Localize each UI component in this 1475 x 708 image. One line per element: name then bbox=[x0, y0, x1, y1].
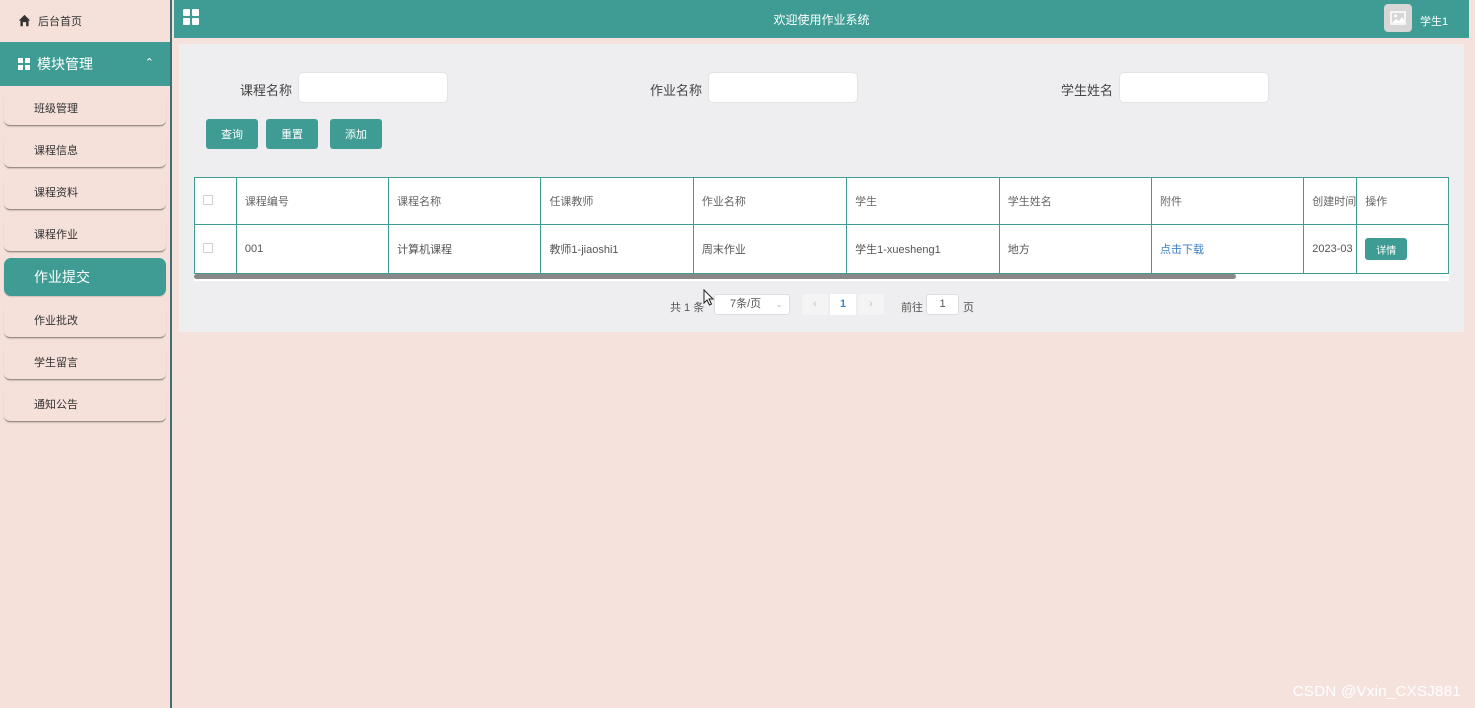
image-icon bbox=[1390, 11, 1406, 25]
pagination: 共 1 条 7条/页 ⌄ ‹ 1 › 前往 1 页 bbox=[179, 294, 1464, 316]
download-link[interactable]: 点击下载 bbox=[1160, 244, 1204, 256]
sidebar-item-label: 课程作业 bbox=[34, 228, 78, 241]
row-checkbox[interactable] bbox=[203, 242, 213, 253]
select-all-cell[interactable] bbox=[194, 177, 237, 225]
row-select-cell[interactable] bbox=[194, 224, 237, 274]
student-name-label: 学生姓名 bbox=[1061, 83, 1114, 98]
main-panel: 课程名称 作业名称 学生姓名 查询 重置 添加 课程编号 课程名称 任课教师 作… bbox=[179, 44, 1464, 332]
sidebar-item-label: 班级管理 bbox=[34, 102, 78, 115]
top-bar: 欢迎使用作业系统 学生1 bbox=[174, 0, 1469, 38]
data-table: 课程编号 课程名称 任课教师 作业名称 学生 学生姓名 附件 创建时间 操作 0… bbox=[194, 177, 1449, 281]
course-name-label: 课程名称 bbox=[240, 83, 293, 98]
cell-teacher: 教师1-jiaoshi1 bbox=[540, 224, 694, 274]
sidebar-item-label: 作业提交 bbox=[34, 269, 90, 285]
sidebar-item-label: 课程资料 bbox=[34, 186, 78, 199]
add-button[interactable]: 添加 bbox=[330, 119, 382, 149]
column-header: 操作 bbox=[1356, 177, 1449, 225]
cell-student-name: 地方 bbox=[998, 224, 1152, 274]
sidebar-item-student-messages[interactable]: 学生留言 bbox=[4, 344, 166, 380]
column-header: 作业名称 bbox=[692, 177, 848, 225]
avatar[interactable] bbox=[1384, 4, 1412, 32]
sidebar-item-label: 作业批改 bbox=[34, 314, 78, 327]
next-page-button[interactable]: › bbox=[858, 294, 884, 315]
reset-button[interactable]: 重置 bbox=[266, 119, 318, 149]
column-header: 任课教师 bbox=[540, 177, 694, 225]
goto-suffix: 页 bbox=[963, 302, 974, 314]
sidebar-item-label: 通知公告 bbox=[34, 398, 78, 411]
detail-button[interactable]: 详情 bbox=[1365, 238, 1408, 260]
chevron-up-icon: ⌃ bbox=[144, 57, 154, 69]
page-title: 欢迎使用作业系统 bbox=[773, 13, 870, 27]
mouse-cursor-icon bbox=[703, 289, 715, 306]
goto-page-input[interactable]: 1 bbox=[926, 294, 959, 315]
sidebar-item-homework-submission[interactable]: 作业提交 bbox=[4, 258, 166, 296]
course-name-input[interactable] bbox=[298, 72, 448, 103]
column-header: 课程名称 bbox=[388, 177, 542, 225]
student-name-input[interactable] bbox=[1119, 72, 1269, 103]
pagination-total: 共 1 条 bbox=[670, 302, 705, 314]
sidebar: 后台首页 模块管理 ⌃ 班级管理 课程信息 课程资料 课程作业 作业提交 作业批… bbox=[0, 0, 172, 708]
current-page[interactable]: 1 bbox=[830, 294, 856, 315]
table-row: 001 计算机课程 教师1-jiaoshi1 周末作业 学生1-xuesheng… bbox=[194, 224, 1449, 274]
column-header: 学生 bbox=[846, 177, 1000, 225]
select-all-checkbox[interactable] bbox=[203, 194, 213, 205]
column-header: 附件 bbox=[1150, 177, 1305, 225]
grid-icon bbox=[18, 58, 30, 70]
prev-page-button[interactable]: ‹ bbox=[802, 294, 828, 315]
sidebar-module-header[interactable]: 模块管理 ⌃ bbox=[0, 42, 170, 86]
table-header-row: 课程编号 课程名称 任课教师 作业名称 学生 学生姓名 附件 创建时间 操作 bbox=[194, 177, 1449, 225]
query-button[interactable]: 查询 bbox=[206, 119, 258, 149]
goto-label: 前往 bbox=[901, 302, 923, 314]
column-header: 创建时间 bbox=[1303, 177, 1358, 225]
column-header: 课程编号 bbox=[235, 177, 390, 225]
sidebar-item-course-materials[interactable]: 课程资料 bbox=[4, 174, 166, 210]
username[interactable]: 学生1 bbox=[1420, 13, 1448, 29]
sidebar-home-label: 后台首页 bbox=[38, 16, 82, 28]
sidebar-item-course-info[interactable]: 课程信息 bbox=[4, 132, 166, 168]
homework-name-label: 作业名称 bbox=[650, 83, 703, 98]
page-size-select[interactable]: 7条/页 ⌄ bbox=[714, 294, 790, 315]
cell-created: 2023-03 bbox=[1303, 224, 1358, 274]
cell-student: 学生1-xuesheng1 bbox=[846, 224, 1000, 274]
home-icon bbox=[18, 14, 32, 28]
sidebar-module-label: 模块管理 bbox=[37, 56, 93, 72]
sidebar-item-label: 学生留言 bbox=[34, 356, 78, 369]
column-header: 学生姓名 bbox=[998, 177, 1152, 225]
sidebar-item-announcements[interactable]: 通知公告 bbox=[4, 386, 166, 422]
horizontal-scrollbar[interactable] bbox=[194, 274, 1236, 279]
cell-homework-name: 周末作业 bbox=[692, 224, 848, 274]
cell-action: 详情 bbox=[1356, 224, 1449, 274]
sidebar-item-course-homework[interactable]: 课程作业 bbox=[4, 216, 166, 252]
watermark: CSDN @Vxin_CXSJ881 bbox=[1292, 683, 1461, 700]
homework-name-input[interactable] bbox=[708, 72, 858, 103]
sidebar-item-label: 课程信息 bbox=[34, 144, 78, 157]
sidebar-home[interactable]: 后台首页 bbox=[0, 0, 170, 42]
chevron-down-icon: ⌄ bbox=[775, 299, 783, 309]
sidebar-menu: 班级管理 课程信息 课程资料 课程作业 作业提交 作业批改 学生留言 通知公告 bbox=[0, 86, 170, 422]
sidebar-item-class-management[interactable]: 班级管理 bbox=[4, 90, 166, 126]
cell-course-name: 计算机课程 bbox=[388, 224, 542, 274]
sidebar-item-homework-grading[interactable]: 作业批改 bbox=[4, 302, 166, 338]
cell-course-id: 001 bbox=[235, 224, 390, 274]
page-size-value: 7条/页 bbox=[730, 298, 762, 310]
cell-attachment: 点击下载 bbox=[1150, 224, 1305, 274]
